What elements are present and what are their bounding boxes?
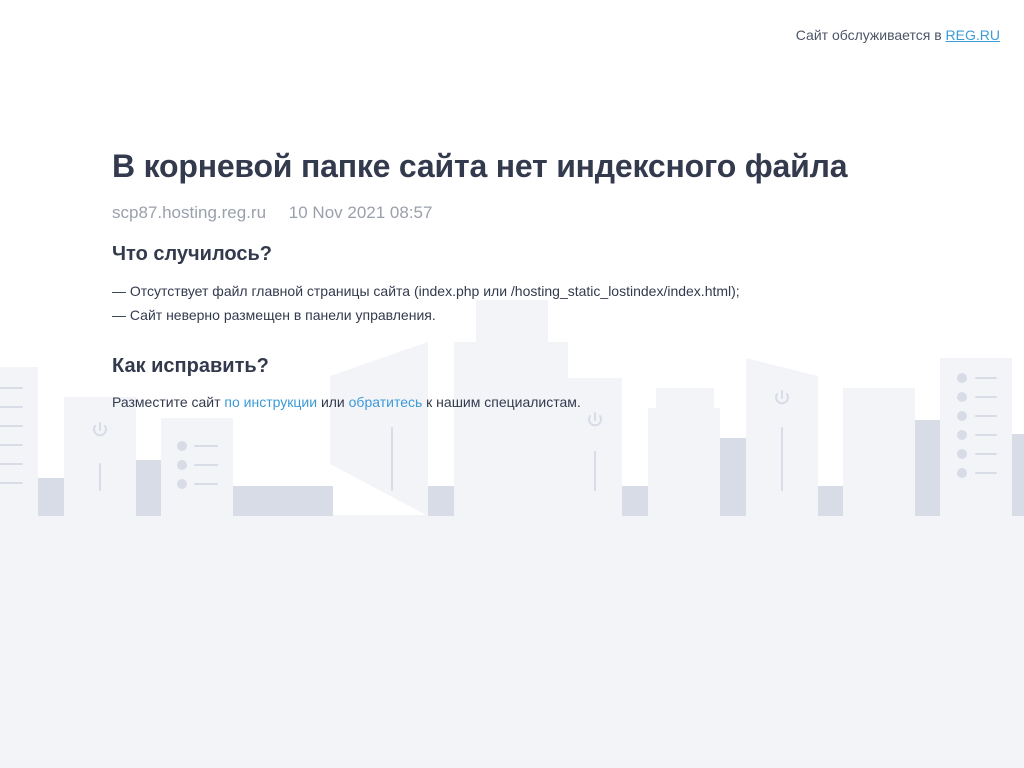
fix-instructions: Разместите сайт по инструкции или обрати… (112, 390, 932, 414)
hosting-notice-text: Сайт обслуживается в (795, 27, 942, 43)
timestamp: 10 Nov 2021 08:57 (288, 203, 433, 222)
server-meta: scp87.hosting.reg.ru 10 Nov 2021 08:57 (112, 203, 932, 223)
contact-support-link[interactable]: обратитесь (349, 394, 423, 410)
hosting-notice: Сайт обслуживается в REG.RU (796, 27, 1000, 43)
issue-item: — Отсутствует файл главной страницы сайт… (112, 283, 740, 299)
issues-list: — Отсутствует файл главной страницы сайт… (112, 279, 932, 327)
page-title: В корневой папке сайта нет индексного фа… (112, 148, 848, 184)
background-ground (0, 515, 1024, 768)
regru-link[interactable]: REG.RU (946, 27, 1000, 43)
main-content: В корневой папке сайта нет индексного фа… (112, 146, 932, 414)
page: Сайт обслуживается в REG.RU В корневой п… (0, 0, 1024, 768)
fix-text-middle: или (320, 394, 345, 410)
instructions-link[interactable]: по инструкции (224, 394, 317, 410)
server-hostname: scp87.hosting.reg.ru (112, 203, 267, 222)
issue-item: — Сайт неверно размещен в панели управле… (112, 307, 436, 323)
fix-text-after: к нашим специалистам. (426, 394, 581, 410)
what-happened-heading: Что случилось? (112, 243, 272, 265)
fix-text-before: Разместите сайт (112, 394, 221, 410)
how-to-fix-heading: Как исправить? (112, 355, 269, 377)
